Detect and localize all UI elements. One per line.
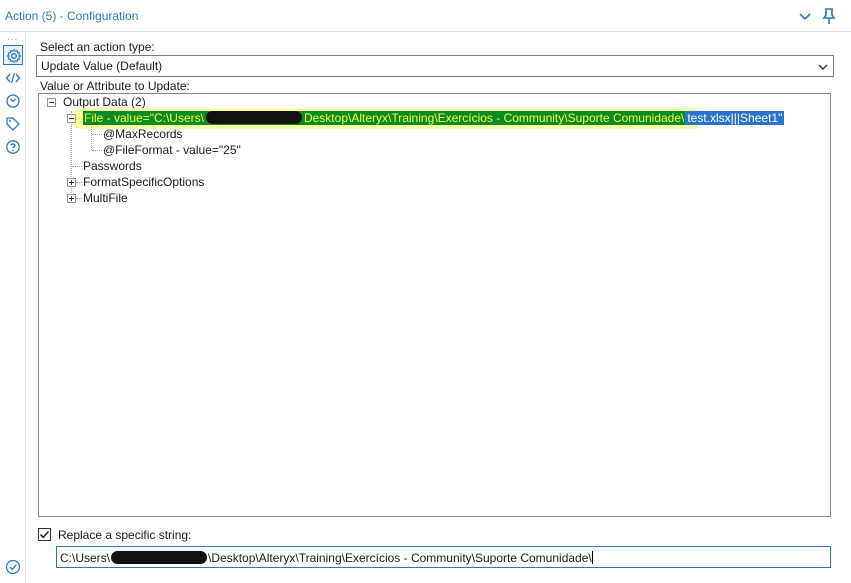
attribute-tree[interactable]: Output Data (2) File - value="C:\Users\ D… xyxy=(38,93,831,517)
tree-node-label: Output Data (2) xyxy=(63,95,146,109)
text-caret xyxy=(591,551,593,564)
tree-line xyxy=(92,150,102,151)
tag-icon xyxy=(6,117,20,131)
code-icon xyxy=(5,72,21,84)
tree-line xyxy=(91,127,92,150)
left-rail: ... xyxy=(0,32,26,583)
rail-dots: ... xyxy=(7,32,19,43)
tree-line xyxy=(72,166,82,167)
help-icon xyxy=(6,140,20,154)
replace-string-checkbox[interactable] xyxy=(38,528,51,541)
file-value-prefix: File - value="C:\Users\ xyxy=(84,111,204,125)
tree-label: Value or Attribute to Update: xyxy=(40,79,190,93)
expand-toggle[interactable] xyxy=(67,194,76,203)
configuration-window: Action (5) - Configuration ... Select an… xyxy=(0,0,851,583)
collapse-toggle[interactable] xyxy=(67,114,76,123)
collapse-button[interactable] xyxy=(796,7,814,25)
file-value-path: Desktop\Alteryx\Training\Exercícios - Co… xyxy=(303,111,685,125)
tree-node-label: MultiFile xyxy=(83,191,128,205)
tree-line xyxy=(76,198,82,199)
tree-node-label: Passwords xyxy=(83,159,142,173)
rail-configuration-button[interactable] xyxy=(3,45,23,65)
checkmark-icon xyxy=(39,530,50,539)
redaction-mark xyxy=(205,111,302,124)
tree-node-label: FormatSpecificOptions xyxy=(83,175,205,189)
chevron-down-icon xyxy=(799,13,811,21)
rail-connection-button[interactable] xyxy=(3,91,23,111)
action-type-value: Update Value (Default) xyxy=(41,59,163,73)
pin-icon xyxy=(822,8,836,24)
pin-button[interactable] xyxy=(820,7,838,25)
tree-node-passwords[interactable]: Passwords xyxy=(83,158,142,174)
title-bar: Action (5) - Configuration xyxy=(0,0,851,32)
refresh-icon xyxy=(6,94,20,108)
check-circle-icon xyxy=(5,559,21,575)
chevron-down-icon xyxy=(818,64,828,70)
rail-annotation-button[interactable] xyxy=(3,114,23,134)
tree-line xyxy=(76,182,82,183)
collapse-toggle[interactable] xyxy=(47,98,56,107)
rail-help-button[interactable] xyxy=(3,137,23,157)
file-value-highlight: File - value="C:\Users\ Desktop\Alteryx\T… xyxy=(83,111,686,125)
action-type-select[interactable]: Update Value (Default) xyxy=(36,55,834,77)
replace-string-value: C:\Users\ \Desktop\Alteryx\Training\Exerc… xyxy=(60,551,593,565)
file-value-selected: test.xlsx|||Sheet1" xyxy=(685,111,785,125)
redaction-mark xyxy=(111,551,208,564)
tree-node-label: @FileFormat - value="25" xyxy=(103,143,241,157)
tree-node-maxrecords[interactable]: @MaxRecords xyxy=(103,126,183,142)
window-title: Action (5) - Configuration xyxy=(5,9,139,23)
gear-icon xyxy=(6,48,22,64)
rail-xml-button[interactable] xyxy=(3,68,23,88)
replace-value-prefix: C:\Users\ xyxy=(60,551,111,565)
tree-line xyxy=(92,134,102,135)
tree-line xyxy=(71,111,72,201)
action-type-label: Select an action type: xyxy=(40,40,155,54)
replace-value-suffix: \Desktop\Alteryx\Training\Exercícios - C… xyxy=(208,551,592,565)
tree-node-fileformat[interactable]: @FileFormat - value="25" xyxy=(103,142,241,158)
tree-node-file[interactable]: File - value="C:\Users\ Desktop\Alteryx\T… xyxy=(80,110,787,127)
replace-string-input[interactable]: C:\Users\ \Desktop\Alteryx\Training\Exerc… xyxy=(56,546,831,568)
expand-toggle[interactable] xyxy=(67,178,76,187)
tree-node-label: @MaxRecords xyxy=(103,127,183,141)
replace-string-label: Replace a specific string: xyxy=(58,528,192,542)
